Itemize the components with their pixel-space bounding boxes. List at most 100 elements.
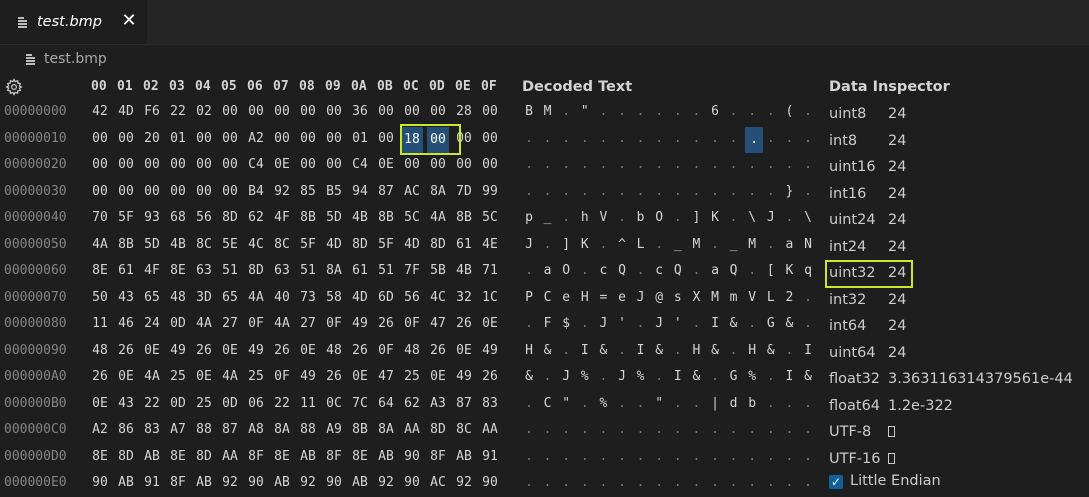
decoded-char[interactable]: . [727, 131, 741, 146]
hex-byte[interactable]: 4C [245, 237, 267, 252]
hex-byte[interactable]: 25 [167, 369, 189, 384]
hex-byte[interactable]: 00 [167, 184, 189, 199]
decoded-char[interactable]: . [671, 343, 685, 358]
decoded-char[interactable]: . [578, 422, 592, 437]
hex-byte[interactable]: 0E [453, 343, 475, 358]
decoded-char[interactable]: . [671, 131, 685, 146]
hex-byte[interactable]: 49 [245, 343, 267, 358]
decoded-char[interactable]: . [708, 131, 722, 146]
decoded-char[interactable]: \ [745, 210, 759, 225]
hex-byte[interactable]: 00 [245, 104, 267, 119]
decoded-char[interactable]: " [652, 396, 666, 411]
hex-byte[interactable]: 8B [453, 210, 475, 225]
decoded-char[interactable]: a [708, 263, 722, 278]
hex-byte[interactable]: AB [193, 475, 215, 490]
decoded-char[interactable]: I [634, 343, 648, 358]
hex-byte[interactable]: 00 [401, 157, 423, 172]
decoded-char[interactable]: . [708, 475, 722, 490]
hex-byte[interactable]: 36 [349, 104, 371, 119]
decoded-char[interactable]: . [652, 475, 666, 490]
decoded-char[interactable]: J [652, 316, 666, 331]
decoded-char[interactable]: q [801, 263, 815, 278]
hex-byte[interactable]: 61 [453, 237, 475, 252]
hex-byte[interactable]: 00 [141, 157, 163, 172]
decoded-char[interactable]: J [596, 316, 610, 331]
decoded-char[interactable]: . [522, 475, 536, 490]
decoded-char[interactable]: . [764, 422, 778, 437]
decoded-char[interactable]: . [615, 422, 629, 437]
hex-byte[interactable]: A8 [245, 422, 267, 437]
decoded-char[interactable]: . [782, 131, 796, 146]
decoded-char[interactable]: . [578, 131, 592, 146]
decoded-char[interactable]: M [541, 104, 555, 119]
hex-byte[interactable]: 4A [245, 290, 267, 305]
decoded-char[interactable]: & [801, 369, 815, 384]
hex-byte[interactable]: AB [297, 449, 319, 464]
hex-byte[interactable]: 58 [323, 290, 345, 305]
decoded-char[interactable]: . [652, 184, 666, 199]
decoded-char[interactable]: G [764, 316, 778, 331]
decoded-char[interactable]: H [745, 343, 759, 358]
decoded-char[interactable]: . [671, 157, 685, 172]
decoded-char[interactable]: M [708, 290, 722, 305]
decoded-char[interactable]: . [782, 422, 796, 437]
hex-byte[interactable]: 43 [115, 290, 137, 305]
decoded-char[interactable]: . [801, 475, 815, 490]
gear-icon[interactable] [5, 78, 23, 96]
decoded-char[interactable]: L [634, 237, 648, 252]
hex-byte[interactable]: 00 [453, 157, 475, 172]
decoded-char[interactable]: . [801, 184, 815, 199]
decoded-char[interactable]: C [541, 396, 555, 411]
hex-byte[interactable]: AB [375, 449, 397, 464]
hex-byte[interactable]: 26 [271, 343, 293, 358]
decoded-char[interactable]: . [689, 396, 703, 411]
decoded-char[interactable]: % [634, 369, 648, 384]
decoded-char[interactable]: . [689, 131, 703, 146]
hex-byte[interactable]: 4F [271, 210, 293, 225]
decoded-char[interactable]: . [541, 131, 555, 146]
decoded-char[interactable]: . [615, 131, 629, 146]
decoded-char[interactable]: . [615, 104, 629, 119]
decoded-char[interactable]: $ [559, 316, 573, 331]
hex-byte[interactable]: 92 [453, 475, 475, 490]
hex-byte[interactable]: 00 [115, 184, 137, 199]
decoded-char[interactable]: = [596, 290, 610, 305]
decoded-char[interactable]: . [596, 184, 610, 199]
decoded-char[interactable]: . [764, 475, 778, 490]
decoded-char[interactable]: . [745, 316, 759, 331]
decoded-char[interactable]: J [615, 369, 629, 384]
hex-byte[interactable]: 00 [167, 157, 189, 172]
hex-byte[interactable]: 73 [297, 290, 319, 305]
decoded-char[interactable]: . [559, 184, 573, 199]
hex-byte[interactable]: 01 [167, 131, 189, 146]
hex-byte[interactable]: 49 [167, 343, 189, 358]
decoded-char[interactable]: . [801, 422, 815, 437]
decoded-char[interactable]: . [801, 157, 815, 172]
decoded-char[interactable]: . [652, 104, 666, 119]
decoded-char[interactable]: . [671, 475, 685, 490]
hex-byte[interactable]: 61 [115, 263, 137, 278]
decoded-char[interactable]: . [522, 449, 536, 464]
hex-byte[interactable]: 99 [479, 184, 501, 199]
hex-byte[interactable]: 0E [193, 369, 215, 384]
decoded-char[interactable]: . [764, 396, 778, 411]
hex-byte[interactable]: 0E [479, 316, 501, 331]
hex-byte[interactable]: F6 [141, 104, 163, 119]
decoded-char[interactable]: . [596, 422, 610, 437]
decoded-char[interactable]: [ [764, 263, 778, 278]
decoded-char[interactable]: . [727, 475, 741, 490]
decoded-char[interactable]: . [689, 157, 703, 172]
hex-byte[interactable]: 0E [297, 343, 319, 358]
hex-byte[interactable]: 32 [453, 290, 475, 305]
hex-byte[interactable]: 0D [219, 396, 241, 411]
hex-byte[interactable]: 4D [401, 237, 423, 252]
hex-byte[interactable]: 00 [479, 131, 501, 146]
decoded-char[interactable]: . [671, 449, 685, 464]
decoded-char[interactable]: . [634, 475, 648, 490]
decoded-char[interactable]: ] [559, 237, 573, 252]
hex-byte[interactable]: 49 [349, 316, 371, 331]
hex-byte[interactable]: 4A [141, 369, 163, 384]
hex-byte[interactable]: AA [401, 422, 423, 437]
decoded-char[interactable]: I [578, 343, 592, 358]
decoded-char[interactable]: 6 [708, 104, 722, 119]
